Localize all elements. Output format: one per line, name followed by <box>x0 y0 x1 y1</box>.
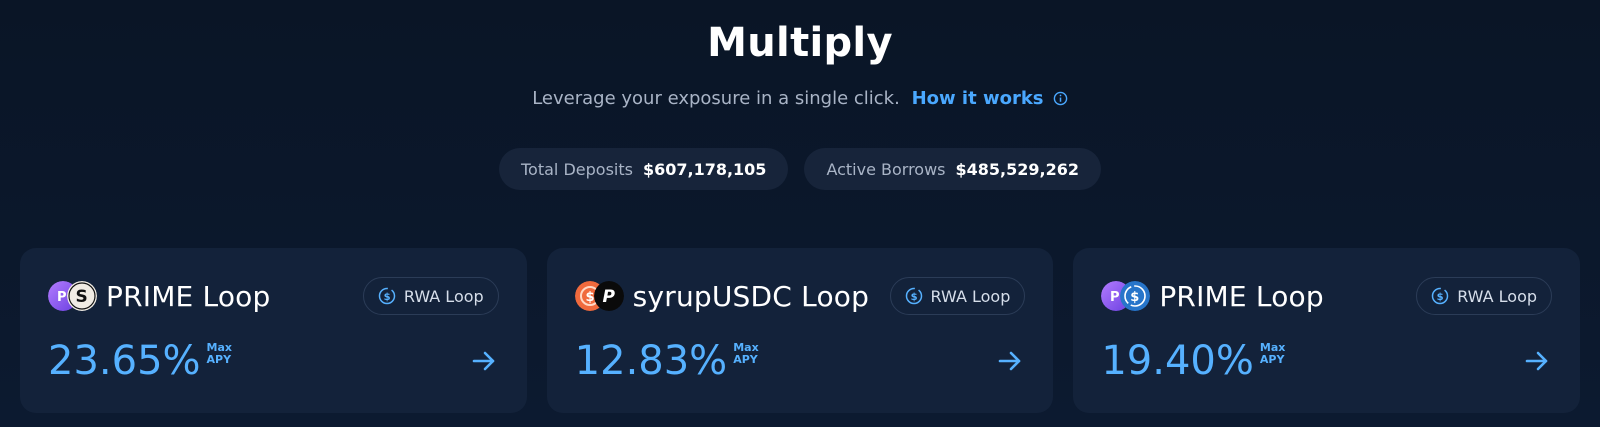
max-apy-label: Max APY <box>733 342 758 366</box>
max-apy-label: Max APY <box>207 342 232 366</box>
strategy-card-syrupusdc-loop[interactable]: $ P syrupUSDC Loop $ RWA Loop 12.83% Max… <box>546 248 1054 413</box>
page-subtitle: Leverage your exposure in a single click… <box>0 88 1600 110</box>
svg-text:$: $ <box>1437 292 1444 303</box>
subtitle-text: Leverage your exposure in a single click… <box>532 88 900 109</box>
rwa-loop-badge: $ RWA Loop <box>362 277 499 315</box>
arrow-right-icon[interactable] <box>1522 346 1552 376</box>
token-pair-icons: $ P <box>574 279 625 313</box>
stat-value: $607,178,105 <box>642 159 767 179</box>
dollar-circle-icon: $ <box>905 287 922 305</box>
max-apy-value: 19.40% <box>1101 338 1254 384</box>
svg-text:$: $ <box>383 292 390 303</box>
total-deposits-stat: Total Deposits $607,178,105 <box>499 148 789 190</box>
page-header: Multiply Leverage your exposure in a sin… <box>0 0 1600 110</box>
rwa-loop-badge: $ RWA Loop <box>1416 277 1553 315</box>
stats-row: Total Deposits $607,178,105 Active Borro… <box>0 148 1600 190</box>
svg-text:$: $ <box>910 292 917 303</box>
max-apy-value: 12.83% <box>574 338 728 384</box>
badge-label: RWA Loop <box>403 286 484 306</box>
page-title: Multiply <box>707 20 893 66</box>
apy-label-apy: APY <box>733 353 758 366</box>
svg-text:P: P <box>57 290 67 305</box>
info-icon <box>1053 91 1068 106</box>
badge-label: RWA Loop <box>930 286 1011 306</box>
card-title: syrupUSDC Loop <box>632 279 870 313</box>
svg-text:$: $ <box>585 290 594 305</box>
strategy-card-prime-loop-2[interactable]: P $ PRIME Loop $ RWA Loop 19.40% Max APY <box>1073 248 1581 413</box>
strategy-cards: P S PRIME Loop $ RWA Loop 23.65% Max APY… <box>0 248 1600 413</box>
card-title: PRIME Loop <box>1159 279 1324 313</box>
stat-value: $485,529,262 <box>955 159 1079 179</box>
rwa-loop-badge: $ RWA Loop <box>889 277 1026 315</box>
max-apy-value: 23.65% <box>48 338 201 384</box>
apy-label-apy: APY <box>206 353 232 366</box>
arrow-right-icon[interactable] <box>469 346 499 376</box>
strategy-card-prime-loop[interactable]: P S PRIME Loop $ RWA Loop 23.65% Max APY <box>20 248 527 413</box>
dollar-circle-icon: $ <box>1431 287 1449 305</box>
card-title: PRIME Loop <box>106 279 271 313</box>
svg-text:S: S <box>76 287 88 307</box>
svg-text:P: P <box>1110 290 1120 305</box>
badge-label: RWA Loop <box>1457 286 1538 306</box>
stat-label: Total Deposits <box>521 159 633 179</box>
token-pair-icons: P $ <box>1101 279 1151 313</box>
token-pair-icons: P S <box>48 279 98 313</box>
active-borrows-stat: Active Borrows $485,529,262 <box>804 148 1101 190</box>
svg-text:P: P <box>602 287 615 307</box>
max-apy-label: Max APY <box>1260 342 1285 366</box>
svg-text:$: $ <box>1131 290 1140 305</box>
dollar-circle-icon: $ <box>378 287 396 305</box>
stat-label: Active Borrows <box>826 159 946 179</box>
how-it-works-label: How it works <box>911 88 1044 109</box>
apy-label-apy: APY <box>1259 353 1285 366</box>
how-it-works-link[interactable]: How it works <box>912 88 1068 109</box>
pyusd-token-icon: P <box>593 281 624 311</box>
usdc-token-icon: $ <box>1120 281 1151 311</box>
arrow-right-icon[interactable] <box>995 346 1025 376</box>
usds-token-icon: S <box>67 281 97 311</box>
